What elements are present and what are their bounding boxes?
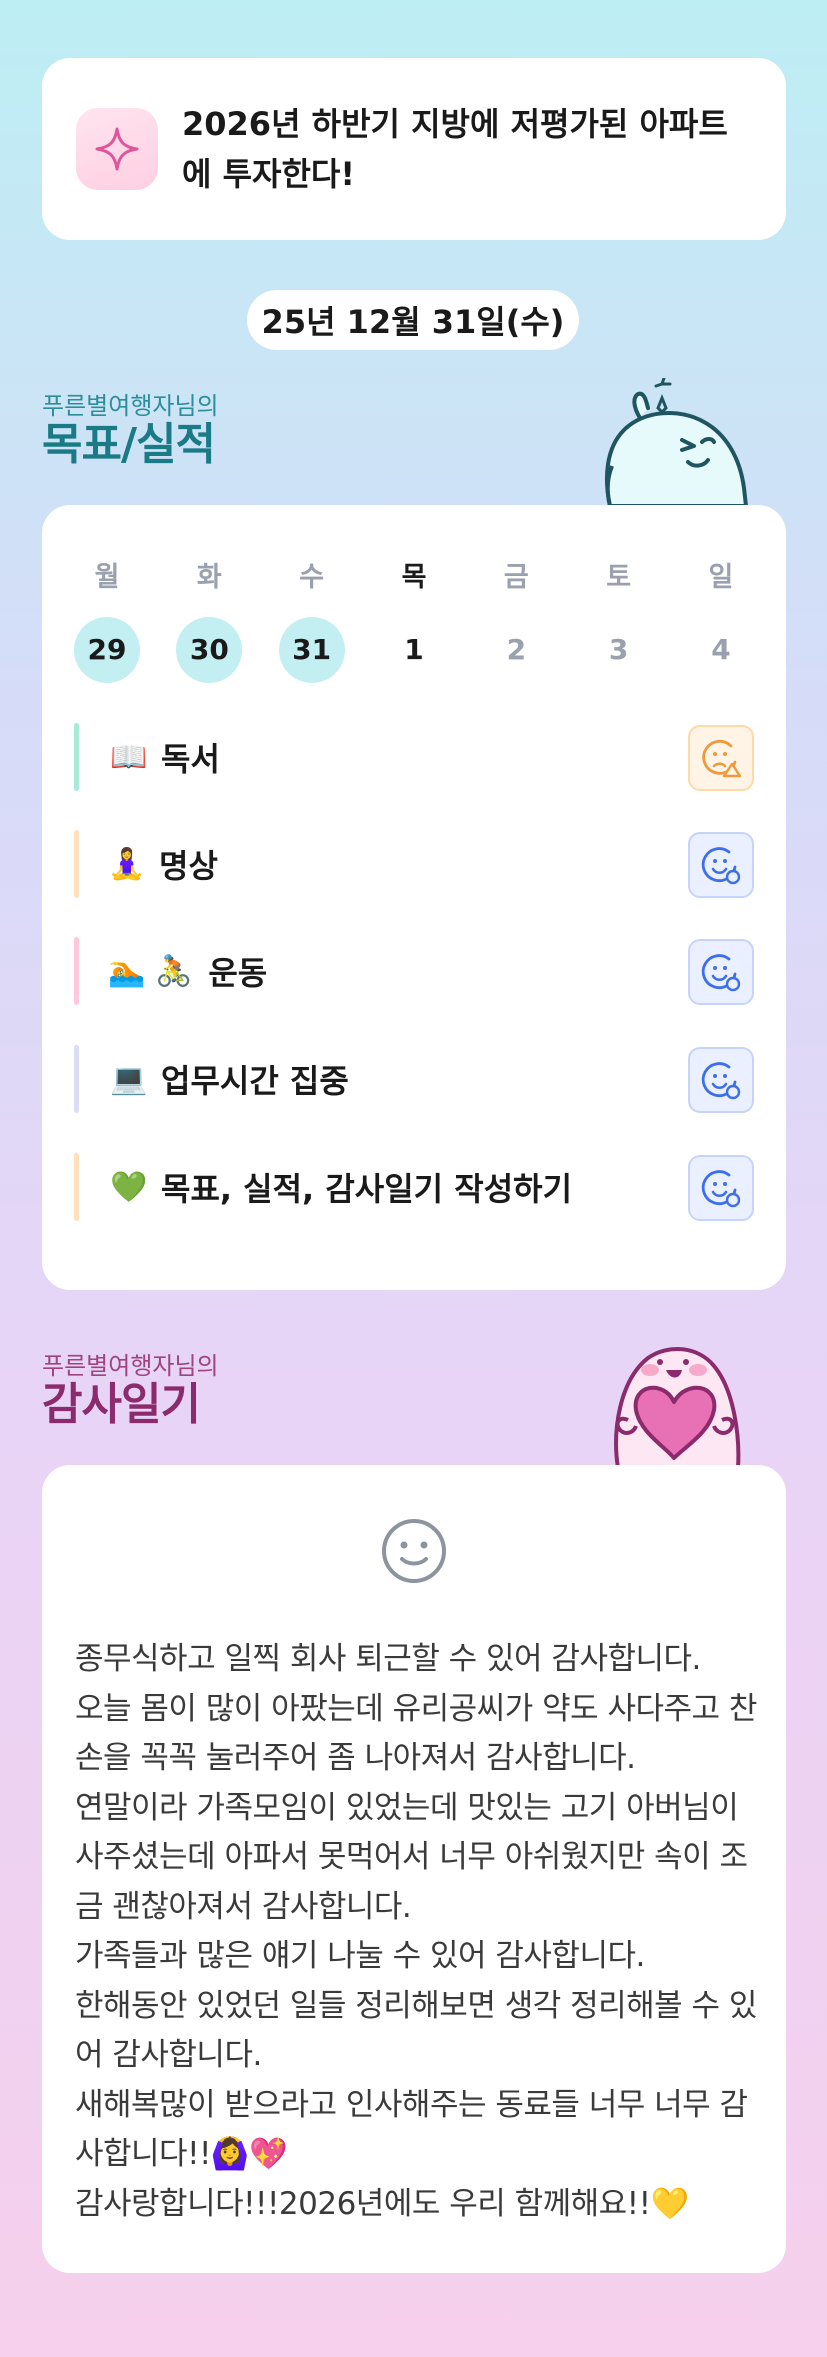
day-name-wed: 수 [299, 562, 325, 593]
ghost-mascot-icon [600, 376, 750, 510]
day-3[interactable]: 3 [586, 617, 652, 683]
meditation-icon: 🧘‍♀️ [108, 846, 146, 882]
heart-mascot-icon [598, 1340, 754, 1472]
gratitude-diary-card[interactable]: 종무식하고 일찍 회사 퇴근할 수 있어 감사합니다. 오늘 몸이 많이 아팠는… [42, 1465, 786, 2273]
habit-label: 목표, 실적, 감사일기 작성하기 [161, 1170, 573, 1208]
diary-paragraph: 연말이라 가족모임이 있었는데 맛있는 고기 아버님이 사주셨는데 아파서 못먹… [75, 1789, 748, 1925]
gratitude-title: 감사일기 [42, 1379, 201, 1430]
diary-paragraph: 종무식하고 일찍 회사 퇴근할 수 있어 감사합니다. [75, 1641, 701, 1677]
diary-paragraph: 감사랑합니다!!!2026년에도 우리 함께해요!!💛 [75, 2185, 689, 2222]
day-29[interactable]: 29 [74, 617, 140, 683]
habit-meditation[interactable]: 🧘‍♀️ 명상 [74, 830, 754, 898]
habit-color-bar [74, 723, 79, 791]
diary-paragraph: 새해복많이 받으라고 인사해주는 동료들 너무 너무 감사합니다!!🙆‍♀️💖 [75, 2086, 748, 2173]
mood-happy-button[interactable] [688, 1047, 754, 1113]
mood-happy-button[interactable] [688, 939, 754, 1005]
day-name-sun: 일 [708, 562, 734, 593]
diary-paragraph: 한해동안 있었던 일들 정리해보면 생각 정리해볼 수 있어 감사합니다. [75, 1987, 757, 2074]
habit-reading[interactable]: 📖 독서 [74, 723, 754, 791]
habit-label: 독서 [161, 740, 220, 778]
happy-check-face-icon [701, 1062, 741, 1100]
mood-sad-button[interactable] [688, 725, 754, 791]
day-name-tue: 화 [196, 562, 222, 593]
diary-paragraph: 가족들과 많은 얘기 나눌 수 있어 감사합니다. [75, 1938, 645, 1974]
neutral-face-icon[interactable] [380, 1517, 448, 1589]
habit-work-focus[interactable]: 💻 업무시간 집중 [74, 1045, 754, 1113]
habit-color-bar [74, 1045, 79, 1113]
goals-section-title: 푸른별여행자님의 목표/실적 [42, 392, 219, 470]
sad-warning-face-icon [702, 739, 742, 778]
day-name-thu: 목 [401, 562, 427, 593]
day-31[interactable]: 31 [278, 617, 345, 683]
goal-card[interactable]: 2026년 하반기 지방에 저평가된 아파트에 투자한다! [42, 58, 786, 240]
book-icon: 📖 [110, 739, 148, 775]
goal-text: 2026년 하반기 지방에 저평가된 아파트에 투자한다! [182, 105, 728, 193]
happy-check-face-icon [701, 847, 741, 885]
goals-title: 목표/실적 [42, 419, 216, 470]
goals-subtitle: 푸른별여행자님의 [42, 392, 219, 420]
week-calendar: 월 화 수 목 금 토 일 29 30 31 1 2 3 4 [74, 555, 754, 683]
day-30[interactable]: 30 [176, 617, 243, 683]
diary-text: 종무식하고 일찍 회사 퇴근할 수 있어 감사합니다. 오늘 몸이 많이 아팠는… [75, 1635, 765, 2229]
sparkle-icon [76, 108, 158, 190]
gratitude-section-title: 푸른별여행자님의 감사일기 [42, 1352, 219, 1430]
gratitude-subtitle: 푸른별여행자님의 [42, 1352, 219, 1380]
date-selector[interactable]: 25년 12월 31일(수) [247, 290, 579, 350]
mood-happy-button[interactable] [688, 832, 754, 898]
day-2[interactable]: 2 [483, 617, 549, 683]
cycling-icon: 🚴 [155, 953, 193, 989]
habit-label: 운동 [208, 954, 268, 992]
day-name-fri: 금 [503, 562, 529, 593]
day-name-mon: 월 [94, 562, 120, 593]
day-name-sat: 토 [606, 562, 632, 593]
laptop-icon: 💻 [110, 1061, 148, 1097]
swimming-icon: 🏊 [108, 953, 146, 989]
day-1[interactable]: 1 [381, 617, 447, 683]
mood-happy-button[interactable] [688, 1155, 754, 1221]
habit-color-bar [74, 830, 79, 898]
habit-color-bar [74, 937, 79, 1005]
day-4[interactable]: 4 [688, 617, 754, 683]
happy-check-face-icon [701, 954, 741, 992]
green-heart-icon: 💚 [110, 1169, 148, 1205]
habit-exercise[interactable]: 🏊 🚴 운동 [74, 937, 754, 1005]
goals-card: 월 화 수 목 금 토 일 29 30 31 1 2 3 4 📖 독서 [42, 505, 786, 1290]
happy-check-face-icon [701, 1170, 741, 1208]
habit-label: 명상 [159, 847, 218, 885]
habit-color-bar [74, 1153, 79, 1221]
habit-journaling[interactable]: 💚 목표, 실적, 감사일기 작성하기 [74, 1153, 754, 1221]
habit-label: 업무시간 집중 [161, 1062, 349, 1100]
diary-paragraph: 오늘 몸이 많이 아팠는데 유리공씨가 약도 사다주고 찬손을 꼭꼭 눌러주어 … [75, 1690, 757, 1777]
